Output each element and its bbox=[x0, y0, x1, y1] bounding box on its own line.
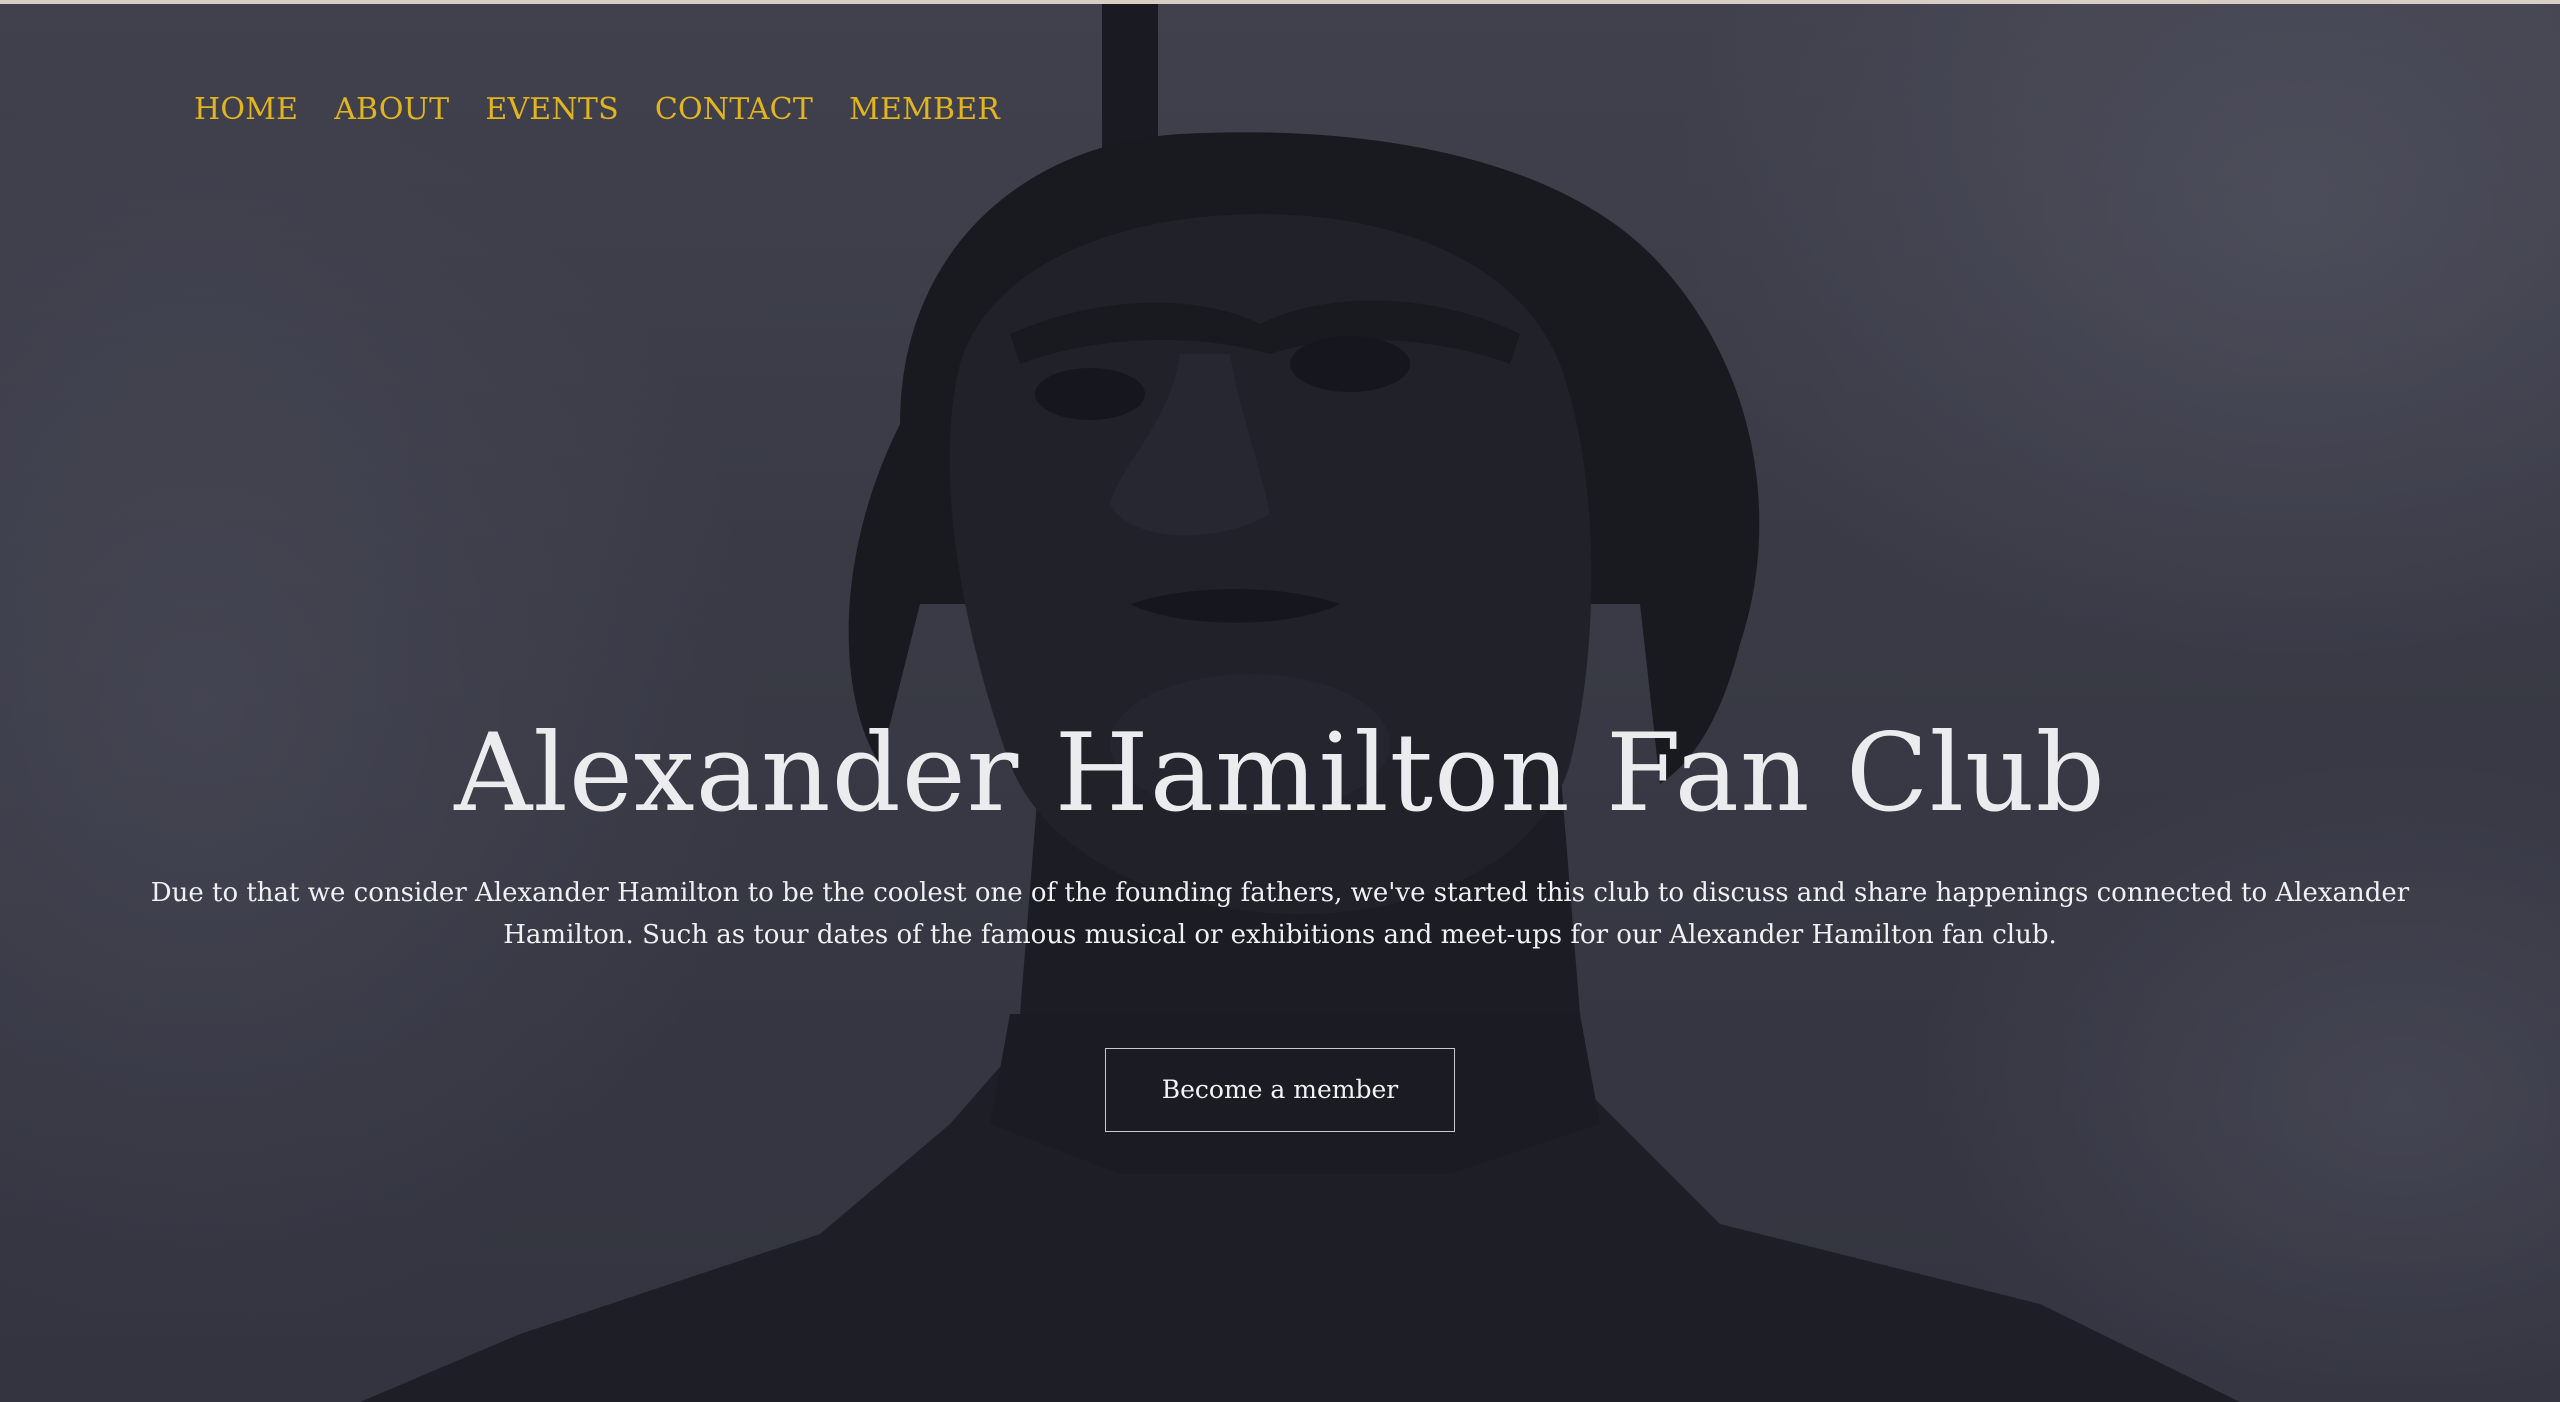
hero-background-image bbox=[0, 4, 2560, 1402]
page-title: Alexander Hamilton Fan Club bbox=[454, 711, 2106, 836]
nav-link-home[interactable]: HOME bbox=[194, 90, 298, 130]
nav-link-events[interactable]: EVENTS bbox=[485, 90, 618, 130]
nav-link-member[interactable]: MEMBER bbox=[849, 90, 1000, 130]
hero-description: Due to that we consider Alexander Hamilt… bbox=[150, 878, 2410, 950]
become-member-button[interactable]: Become a member bbox=[1105, 1048, 1455, 1132]
hero-section: HOME ABOUT EVENTS CONTACT MEMBER Alexand… bbox=[0, 4, 2560, 1402]
main-nav: HOME ABOUT EVENTS CONTACT MEMBER bbox=[194, 90, 1036, 130]
nav-link-contact[interactable]: CONTACT bbox=[655, 90, 813, 130]
nav-link-about[interactable]: ABOUT bbox=[334, 90, 449, 130]
